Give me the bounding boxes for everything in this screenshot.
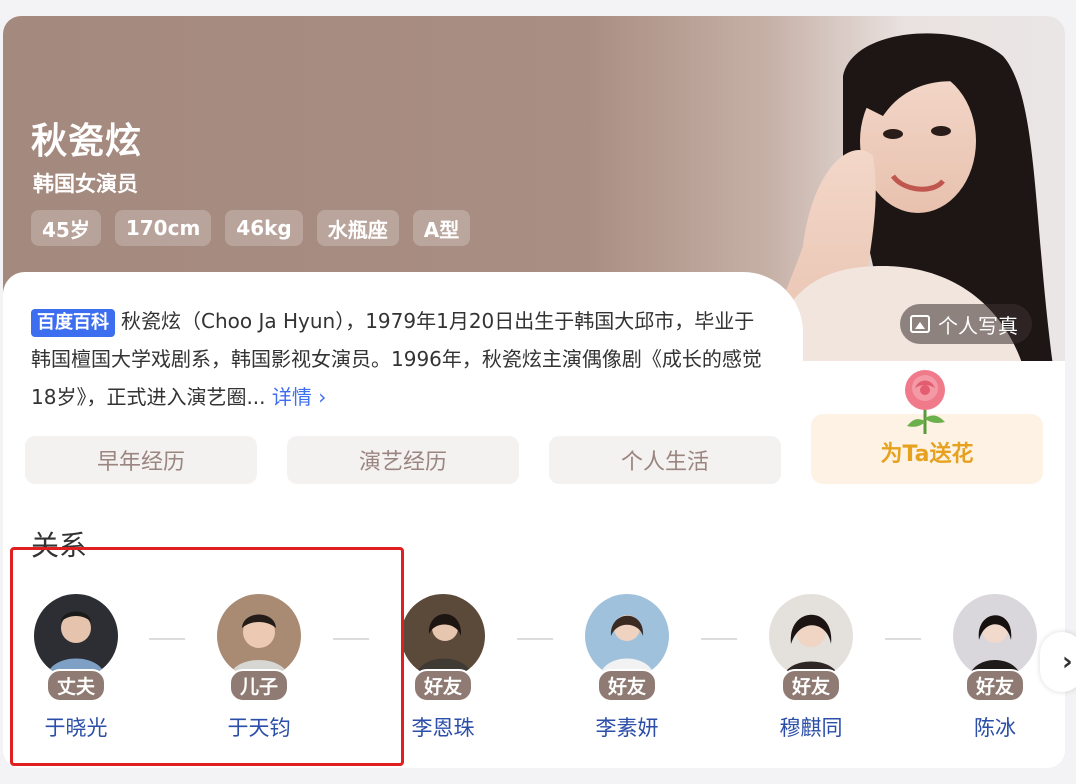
divider xyxy=(149,638,185,640)
relation-name[interactable]: 于晓光 xyxy=(11,712,141,742)
divider xyxy=(885,638,921,640)
tag-weight: 46kg xyxy=(225,210,303,246)
person-subtitle: 韩国女演员 xyxy=(33,172,138,196)
divider xyxy=(517,638,553,640)
relation-role-badge: 儿子 xyxy=(228,669,289,702)
chevron-right-icon: › xyxy=(1062,647,1073,677)
relation-item[interactable]: 好友 李素妍 xyxy=(562,594,692,742)
avatar xyxy=(34,594,118,678)
personal-photos-button[interactable]: 个人写真 xyxy=(900,304,1032,344)
person-name: 秋瓷炫 xyxy=(31,121,143,162)
section-buttons: 早年经历 演艺经历 个人生活 xyxy=(25,436,781,484)
attribute-tags: 45岁 170cm 46kg 水瓶座 A型 xyxy=(31,210,471,246)
section-career-button[interactable]: 演艺经历 xyxy=(287,436,519,484)
tag-blood-type: A型 xyxy=(412,210,471,246)
tag-age: 45岁 xyxy=(31,210,101,246)
rose-icon xyxy=(905,370,945,434)
relations-title: 关系 xyxy=(31,529,88,562)
tag-zodiac: 水瓶座 xyxy=(316,210,399,246)
tag-height: 170cm xyxy=(114,210,212,246)
personal-photos-label: 个人写真 xyxy=(938,313,1018,338)
relation-role-badge: 好友 xyxy=(964,669,1025,702)
details-link[interactable]: 详情 › xyxy=(272,385,326,409)
relation-item[interactable]: 儿子 于天钧 xyxy=(194,594,324,742)
divider xyxy=(333,638,369,640)
relation-item[interactable]: 好友 李恩珠 xyxy=(378,594,508,742)
relation-role-badge: 好友 xyxy=(412,669,473,702)
relation-name[interactable]: 李素妍 xyxy=(562,712,692,742)
relation-name[interactable]: 李恩珠 xyxy=(378,712,508,742)
relations-list: 丈夫 于晓光 儿子 于天钧 好友 李恩珠 好友 李素妍 好友 穆麒同 好友 陈冰 xyxy=(3,594,1065,764)
relation-item[interactable]: 丈夫 于晓光 xyxy=(11,594,141,742)
person-card: 秋瓷炫 韩国女演员 45岁 170cm 46kg 水瓶座 A型 个人写真 百度百… xyxy=(3,16,1065,768)
avatar xyxy=(217,594,301,678)
summary-text-block: 百度百科 秋瓷炫（Choo Ja Hyun），1979年1月20日出生于韩国大邱市… xyxy=(31,302,771,416)
avatar xyxy=(401,594,485,678)
relation-name[interactable]: 穆麒同 xyxy=(746,712,876,742)
divider xyxy=(701,638,737,640)
relation-role-badge: 好友 xyxy=(780,669,841,702)
avatar xyxy=(585,594,669,678)
relation-name[interactable]: 陈冰 xyxy=(930,712,1060,742)
section-personal-life-button[interactable]: 个人生活 xyxy=(549,436,781,484)
section-early-life-button[interactable]: 早年经历 xyxy=(25,436,257,484)
relation-role-badge: 好友 xyxy=(596,669,657,702)
relation-item[interactable]: 好友 穆麒同 xyxy=(746,594,876,742)
relation-role-badge: 丈夫 xyxy=(45,669,106,702)
image-icon xyxy=(910,315,930,333)
baike-badge[interactable]: 百度百科 xyxy=(31,309,115,337)
avatar xyxy=(953,594,1037,678)
scroll-next-button[interactable]: › xyxy=(1040,632,1076,692)
avatar xyxy=(769,594,853,678)
relation-name[interactable]: 于天钧 xyxy=(194,712,324,742)
send-flowers-label: 为Ta送花 xyxy=(880,442,974,467)
summary-text: 秋瓷炫（Choo Ja Hyun），1979年1月20日出生于韩国大邱市，毕业于… xyxy=(31,309,762,409)
